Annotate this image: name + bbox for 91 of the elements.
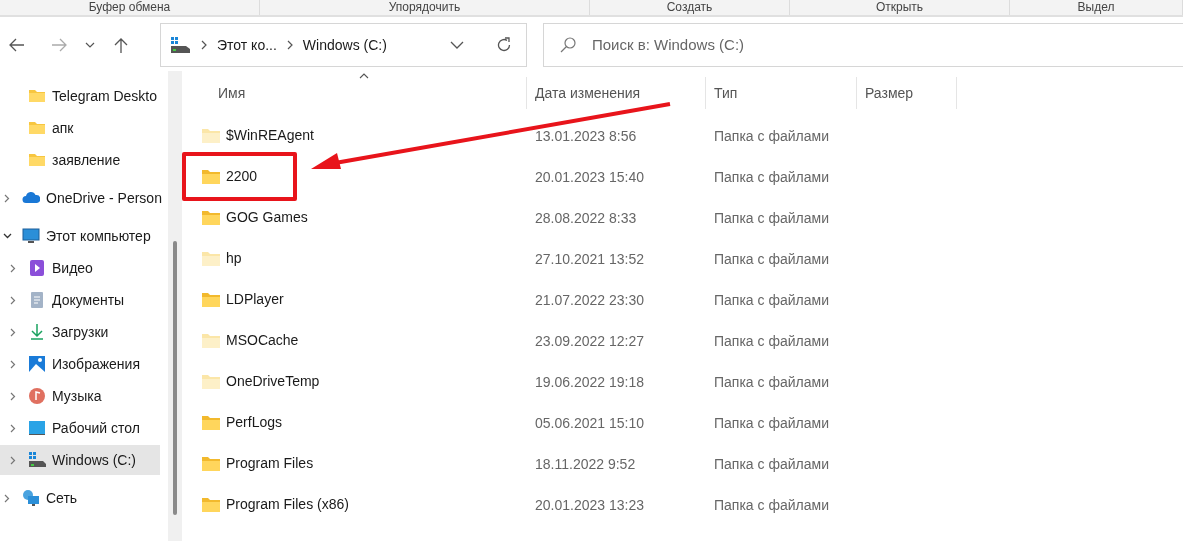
chevron-right-icon[interactable]	[10, 423, 16, 433]
column-header[interactable]: Тип	[706, 77, 857, 109]
sidebar-item[interactable]: Изображения	[0, 349, 160, 379]
modified-date: 19.06.2022 19:18	[535, 373, 644, 390]
music-note-icon	[28, 387, 46, 405]
file-type: Папка с файлами	[714, 414, 829, 431]
folder-icon	[28, 87, 46, 105]
search-input[interactable]: Поиск в: Windows (C:)	[592, 33, 1167, 57]
chevron-right-icon[interactable]	[4, 493, 10, 503]
desktop-icon	[28, 419, 46, 437]
scrollbar-thumb[interactable]	[173, 241, 177, 515]
modified-date: 28.08.2022 8:33	[535, 209, 637, 226]
folder-icon	[28, 151, 46, 169]
video-icon	[28, 259, 46, 277]
file-name[interactable]: OneDriveTemp	[226, 371, 320, 392]
chevron-right-icon[interactable]	[4, 193, 10, 203]
modified-date: 18.11.2022 9:52	[535, 455, 636, 472]
file-name[interactable]: hp	[226, 248, 242, 269]
file-name[interactable]: LDPlayer	[226, 289, 284, 310]
ribbon-group-label: Создать	[666, 0, 713, 15]
sidebar-item[interactable]: OneDrive - Person	[0, 183, 160, 213]
ribbon-group-label: Буфер обмена	[88, 0, 171, 15]
sidebar-item[interactable]: Документы	[0, 285, 160, 315]
breadcrumb-chevron-icon	[201, 40, 207, 50]
file-name[interactable]: MSOCache	[226, 330, 299, 351]
file-name[interactable]: Program Files (x86)	[226, 494, 349, 515]
sidebar-item[interactable]: Сеть	[0, 483, 160, 513]
modified-date: 20.01.2023 15:40	[535, 168, 644, 185]
file-type: Папка с файлами	[714, 496, 829, 513]
refresh-icon	[496, 37, 512, 53]
chevron-down-icon	[85, 42, 95, 48]
file-type: Папка с файлами	[714, 291, 829, 308]
sidebar-item[interactable]: Рабочий стол	[0, 413, 160, 443]
ribbon-group-label: Упорядочить	[388, 0, 461, 15]
file-type: Папка с файлами	[714, 127, 829, 144]
ribbon-group-label: Открыть	[875, 0, 924, 15]
column-header[interactable]: Размер	[857, 77, 957, 109]
file-name[interactable]: Program Files	[226, 453, 314, 474]
up-arrow-icon	[114, 36, 128, 54]
forward-arrow-icon	[51, 38, 67, 52]
file-type: Папка с файлами	[714, 332, 829, 349]
modified-date: 23.09.2022 12:27	[535, 332, 644, 349]
file-name[interactable]: $WinREAgent	[226, 125, 314, 146]
file-type: Папка с файлами	[714, 455, 829, 472]
chevron-right-icon[interactable]	[10, 391, 16, 401]
chevron-right-icon[interactable]	[10, 455, 16, 465]
search-field[interactable]: Поиск в: Windows (C:)	[543, 23, 1183, 67]
ribbon-group-label: Выдел	[1077, 0, 1115, 15]
file-name[interactable]: 2200	[226, 166, 258, 187]
document-icon	[28, 291, 46, 309]
chevron-right-icon[interactable]	[10, 295, 16, 305]
drive-icon	[171, 37, 191, 53]
monitor-icon	[22, 227, 40, 245]
download-icon	[28, 323, 46, 341]
search-icon	[560, 37, 576, 53]
back-arrow-icon	[9, 38, 25, 52]
sidebar-item[interactable]: апк	[0, 113, 160, 143]
column-header[interactable]: Имя	[182, 77, 527, 109]
sidebar-item[interactable]: Загрузки	[0, 317, 160, 347]
chevron-down-icon	[450, 41, 464, 49]
sidebar-item[interactable]: Этот компьютер	[0, 221, 160, 251]
file-type: Папка с файлами	[714, 373, 829, 390]
file-type: Папка с файлами	[714, 209, 829, 226]
sidebar-item[interactable]: заявление	[0, 145, 160, 175]
folder-icon	[28, 119, 46, 137]
column-header[interactable]: Дата изменения	[527, 77, 706, 109]
sidebar-item[interactable]: Видео	[0, 253, 160, 283]
breadcrumb-item[interactable]: Этот ко...	[217, 34, 277, 56]
modified-date: 13.01.2023 8:56	[535, 127, 637, 144]
picture-icon	[28, 355, 46, 373]
chevron-right-icon[interactable]	[10, 263, 16, 273]
sidebar-item[interactable]: Музыка	[0, 381, 160, 411]
drive-icon	[28, 451, 46, 469]
modified-date: 27.10.2021 13:52	[535, 250, 644, 267]
network-icon	[22, 489, 40, 507]
file-name[interactable]: PerfLogs	[226, 412, 283, 433]
sidebar-item[interactable]: Windows (C:)	[0, 445, 160, 475]
chevron-down-icon[interactable]	[2, 233, 12, 239]
file-type: Папка с файлами	[714, 168, 829, 185]
breadcrumb-chevron-icon	[286, 40, 293, 50]
chevron-right-icon[interactable]	[10, 359, 16, 369]
modified-date: 05.06.2021 15:10	[535, 414, 644, 431]
file-name[interactable]: GOG Games	[226, 207, 308, 228]
sort-up-icon	[359, 73, 369, 79]
sidebar-item[interactable]: Telegram Deskto	[0, 81, 160, 111]
address-bar[interactable]: Этот ко... Windows (C:)	[160, 23, 527, 67]
modified-date: 20.01.2023 13:23	[535, 496, 644, 513]
chevron-right-icon[interactable]	[10, 327, 16, 337]
breadcrumb-item[interactable]: Windows (C:)	[302, 34, 387, 56]
file-type: Папка с файлами	[714, 250, 829, 267]
modified-date: 21.07.2022 23:30	[535, 291, 644, 308]
